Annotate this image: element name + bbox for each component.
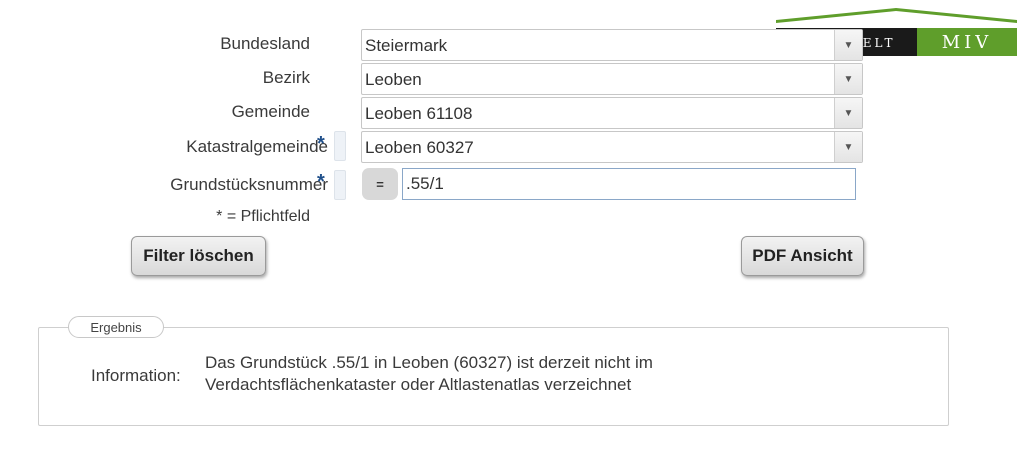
select-katastralgemeinde[interactable]: Leoben 60327 ▼	[361, 131, 863, 163]
label-grundstuecksnummer: Grundstücksnummer	[170, 175, 328, 194]
info-text: Das Grundstück .55/1 in Leoben (60327) i…	[205, 352, 653, 396]
clear-filter-button[interactable]: Filter löschen	[131, 236, 266, 276]
select-bundesland[interactable]: Steiermark ▼	[361, 29, 863, 61]
select-bezirk-value: Leoben	[365, 70, 422, 89]
operator-button[interactable]: =	[362, 168, 398, 200]
chevron-down-icon[interactable]: ▼	[834, 98, 862, 128]
select-gemeinde-value: Leoben 61108	[365, 104, 473, 123]
chevron-down-icon[interactable]: ▼	[834, 30, 862, 60]
select-katastralgemeinde-value: Leoben 60327	[365, 138, 474, 157]
logo-text-right: MIV	[917, 28, 1017, 56]
chevron-down-icon[interactable]: ▼	[834, 132, 862, 162]
required-note: * = Pflichtfeld	[216, 208, 310, 225]
required-marker: *	[317, 133, 325, 155]
logo-roof-graphic	[776, 8, 1017, 23]
select-bezirk[interactable]: Leoben ▼	[361, 63, 863, 95]
label-gemeinde: Gemeinde	[231, 102, 310, 121]
select-bundesland-value: Steiermark	[365, 36, 448, 55]
required-indicator	[334, 170, 346, 200]
info-label: Information:	[91, 366, 181, 385]
required-marker: *	[317, 171, 325, 193]
label-bundesland: Bundesland	[220, 34, 310, 53]
info-text-line1: Das Grundstück .55/1 in Leoben (60327) i…	[205, 353, 653, 372]
chevron-down-icon[interactable]: ▼	[834, 64, 862, 94]
result-legend: Ergebnis	[68, 316, 164, 338]
select-gemeinde[interactable]: Leoben 61108 ▼	[361, 97, 863, 129]
required-indicator	[334, 131, 346, 161]
label-bezirk: Bezirk	[262, 68, 310, 87]
grundstuecksnummer-input[interactable]	[402, 168, 856, 200]
label-katastralgemeinde: Katastralgemeinde	[186, 137, 328, 156]
info-text-line2: Verdachtsflächenkataster oder Altlastena…	[205, 375, 632, 394]
pdf-view-button[interactable]: PDF Ansicht	[741, 236, 864, 276]
